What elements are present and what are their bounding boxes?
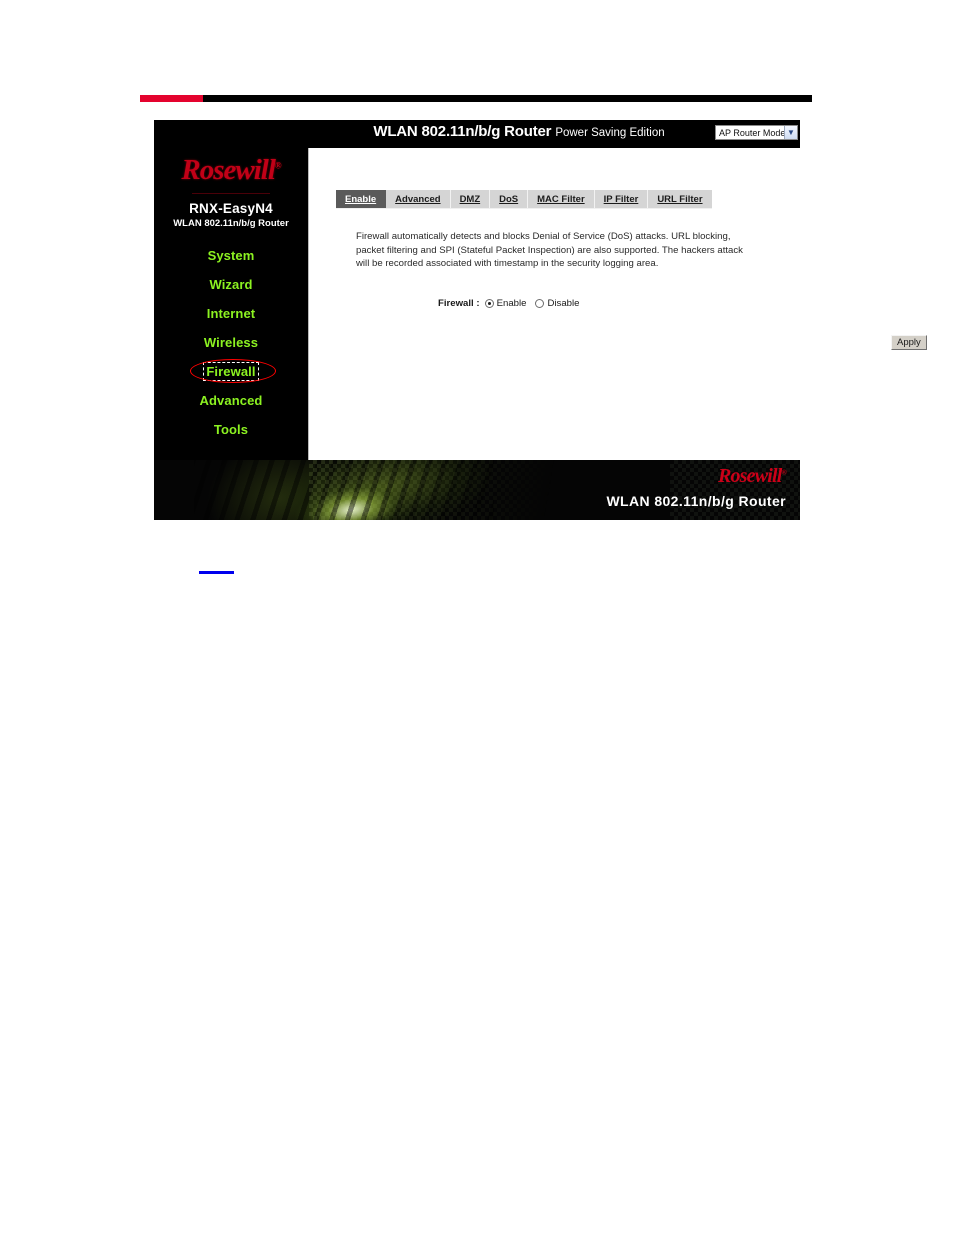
ui-header-title-sub: Power Saving Edition: [555, 127, 665, 139]
sidebar-item-system[interactable]: System: [154, 241, 308, 270]
top-rule-accent-segment: [140, 95, 203, 102]
radio-button-icon[interactable]: [484, 299, 494, 308]
sidebar-item-label: System: [207, 248, 255, 263]
sidebar-item-label: Wizard: [209, 277, 253, 292]
tab-mac-filter[interactable]: MAC Filter: [528, 190, 595, 208]
registered-mark-icon: ®: [274, 160, 282, 171]
page-top-rule: [140, 95, 812, 102]
sidebar-item-wizard[interactable]: Wizard: [154, 270, 308, 299]
sidebar-item-tools[interactable]: Tools: [154, 415, 308, 444]
rosewill-logo-text: Rosewill: [181, 154, 276, 186]
sidebar-item-firewall[interactable]: Firewall: [154, 357, 308, 386]
router-admin-ui-figure: WLAN 802.11n/b/g Router Power Saving Edit…: [154, 120, 927, 520]
chevron-down-icon: ▼: [784, 126, 797, 139]
tab-url-filter[interactable]: URL Filter: [648, 190, 711, 208]
rosewill-logo: Rosewill®: [154, 156, 308, 185]
apply-button[interactable]: Apply: [891, 335, 927, 350]
footer-rosewill-logo-text: Rosewill: [717, 465, 782, 487]
firewall-tab-bar: Enable Advanced DMZ DoS MAC Filter IP Fi…: [336, 190, 712, 208]
sidebar-item-label: Firewall: [203, 362, 259, 381]
device-model-subtitle: WLAN 802.11n/b/g Router: [173, 218, 289, 229]
firewall-radio-disable[interactable]: Disable: [535, 298, 579, 309]
firewall-enable-field: Firewall : Enable Disable: [438, 298, 588, 309]
footer-banner: Rosewill® WLAN 802.11n/b/g Router: [154, 460, 800, 520]
mode-select-dropdown[interactable]: AP Router Mode ▼: [715, 125, 798, 140]
sidebar-item-label: Internet: [206, 306, 256, 321]
sidebar: Rosewill® RNX-EasyN4 WLAN 802.11n/b/g Ro…: [154, 148, 308, 460]
tab-ip-filter[interactable]: IP Filter: [595, 190, 649, 208]
device-model-name: RNX-EasyN4: [189, 201, 273, 216]
tab-dos[interactable]: DoS: [490, 190, 529, 208]
radio-label: Enable: [496, 298, 527, 309]
sidebar-item-label: Tools: [213, 422, 249, 437]
sidebar-item-advanced[interactable]: Advanced: [154, 386, 308, 415]
caption-underline-rule: [199, 571, 234, 574]
footer-rosewill-logo: Rosewill®: [717, 465, 787, 487]
footer-checker-texture: [309, 460, 609, 520]
firewall-radio-enable[interactable]: Enable: [484, 298, 527, 309]
ui-header-title-main: WLAN 802.11n/b/g Router: [373, 123, 552, 140]
sidebar-item-label: Wireless: [203, 335, 259, 350]
content-panel: Enable Advanced DMZ DoS MAC Filter IP Fi…: [308, 148, 927, 460]
sidebar-divider: [192, 193, 270, 194]
tab-enable[interactable]: Enable: [336, 190, 387, 208]
firewall-field-label: Firewall :: [438, 298, 480, 309]
ui-header-bar: WLAN 802.11n/b/g Router Power Saving Edit…: [154, 120, 800, 148]
mode-select-value: AP Router Mode: [719, 127, 784, 138]
tab-dmz[interactable]: DMZ: [451, 190, 491, 208]
sidebar-item-internet[interactable]: Internet: [154, 299, 308, 328]
tab-advanced[interactable]: Advanced: [386, 190, 451, 208]
registered-mark-icon: ®: [781, 468, 787, 477]
firewall-description-text: Firewall automatically detects and block…: [356, 231, 743, 270]
sidebar-item-label: Advanced: [199, 393, 263, 408]
radio-button-icon[interactable]: [535, 299, 545, 308]
footer-product-name: WLAN 802.11n/b/g Router: [606, 493, 786, 509]
sidebar-item-wireless[interactable]: Wireless: [154, 328, 308, 357]
radio-label: Disable: [547, 298, 580, 309]
sidebar-nav: System Wizard Internet Wireless Firewall…: [154, 241, 308, 444]
ui-header-title: WLAN 802.11n/b/g Router Power Saving Edit…: [309, 123, 729, 141]
